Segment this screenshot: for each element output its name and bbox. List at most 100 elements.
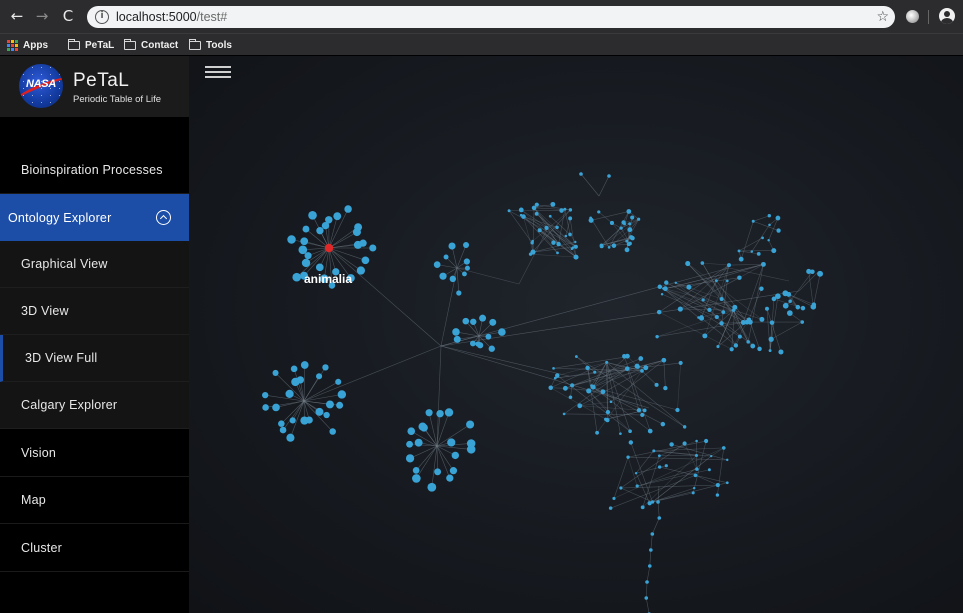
graph-node[interactable] — [369, 244, 377, 252]
graph-node[interactable] — [316, 227, 324, 235]
graph-node[interactable] — [519, 213, 523, 217]
graph-node[interactable] — [537, 228, 542, 233]
graph-node[interactable] — [548, 385, 553, 390]
graph-node[interactable] — [778, 349, 784, 355]
graph-node[interactable] — [775, 215, 781, 221]
graph-node[interactable] — [682, 441, 687, 446]
graph-node[interactable] — [329, 428, 336, 435]
graph-node[interactable] — [664, 280, 669, 285]
graph-node[interactable] — [733, 343, 739, 348]
graph-node[interactable] — [719, 297, 724, 301]
extension-icon[interactable] — [906, 10, 919, 23]
graph-node[interactable] — [635, 484, 639, 488]
graph-node[interactable] — [624, 353, 630, 359]
graph-node[interactable] — [600, 389, 606, 395]
bookmark-star-icon[interactable]: ☆ — [876, 8, 889, 26]
graph-node[interactable] — [691, 491, 695, 495]
graph-node[interactable] — [726, 458, 729, 462]
graph-node[interactable] — [577, 403, 583, 409]
graph-node[interactable] — [462, 271, 467, 277]
graph-node[interactable] — [279, 426, 287, 434]
graph-node[interactable] — [626, 209, 632, 214]
sidebar-item-cluster[interactable]: Cluster — [0, 525, 189, 572]
graph-node[interactable] — [715, 493, 720, 497]
graph-node[interactable] — [768, 336, 774, 342]
graph-node[interactable] — [647, 564, 652, 568]
graph-node[interactable] — [655, 334, 659, 339]
graph-node[interactable] — [469, 340, 476, 347]
graph-node[interactable] — [323, 411, 330, 419]
bookmark-tools[interactable]: Tools — [189, 37, 232, 53]
graph-node[interactable] — [640, 505, 645, 510]
graph-node[interactable] — [625, 239, 629, 243]
graph-node[interactable] — [443, 254, 449, 260]
graph-node[interactable] — [782, 290, 789, 297]
graph-node[interactable] — [788, 299, 792, 303]
graph-node[interactable] — [806, 268, 812, 274]
graph-node[interactable] — [737, 249, 741, 253]
graph-node[interactable] — [316, 373, 323, 380]
graph-node[interactable] — [657, 465, 662, 469]
graph-node[interactable] — [570, 383, 575, 388]
graph-node[interactable] — [300, 361, 309, 369]
graph-node[interactable] — [650, 532, 655, 536]
graph-node[interactable] — [262, 404, 269, 411]
graph-node[interactable] — [714, 279, 718, 283]
graph-node[interactable] — [725, 279, 729, 283]
graph-node[interactable] — [657, 516, 662, 520]
graph-node[interactable] — [444, 408, 454, 417]
graph-node[interactable] — [315, 263, 324, 272]
graph-node[interactable] — [695, 467, 699, 471]
graph-node[interactable] — [420, 423, 428, 432]
graph-node[interactable] — [498, 328, 506, 336]
graph-node[interactable] — [562, 385, 568, 391]
graph-node[interactable] — [574, 240, 577, 244]
graph-node[interactable] — [701, 298, 705, 302]
bookmark-contact[interactable]: Contact — [124, 37, 178, 53]
brand-header[interactable]: NASA PeTaL Periodic Table of Life — [0, 56, 189, 117]
sidebar-item-map[interactable]: Map — [0, 477, 189, 524]
graph-node[interactable] — [344, 205, 352, 213]
graph-node[interactable] — [551, 240, 556, 245]
graph-node[interactable] — [637, 217, 641, 221]
graph-node[interactable] — [534, 211, 539, 216]
graph-node[interactable] — [534, 202, 539, 207]
graph-node[interactable] — [464, 265, 470, 271]
graph-node[interactable] — [449, 275, 457, 283]
graph-node[interactable] — [715, 483, 720, 488]
graph-node[interactable] — [716, 345, 720, 349]
graph-node[interactable] — [607, 245, 611, 249]
chevron-up-icon[interactable] — [156, 210, 171, 225]
graph-node[interactable] — [654, 382, 659, 387]
graph-node[interactable] — [550, 201, 556, 207]
graph-node[interactable] — [817, 270, 824, 277]
graph-node[interactable] — [647, 501, 652, 506]
graph-node[interactable] — [574, 355, 578, 358]
graph-node[interactable] — [619, 226, 623, 230]
graph-node[interactable] — [451, 451, 459, 460]
sidebar-item-3d-view-full[interactable]: 3D View Full — [0, 335, 189, 382]
graph-node[interactable] — [643, 365, 649, 371]
graph-node[interactable] — [702, 333, 708, 339]
graph-node[interactable] — [757, 346, 762, 352]
graph-node[interactable] — [322, 364, 329, 371]
graph-node[interactable] — [608, 506, 613, 510]
graph-node[interactable] — [448, 242, 456, 250]
graph-node[interactable] — [548, 214, 552, 218]
graph-node[interactable] — [768, 349, 772, 352]
graph-node[interactable] — [800, 320, 805, 324]
graph-node[interactable] — [356, 266, 366, 275]
graph-node[interactable] — [579, 172, 583, 176]
graph-node[interactable] — [570, 247, 574, 251]
profile-icon[interactable] — [939, 8, 955, 24]
graph-node[interactable] — [466, 420, 475, 429]
graph-node[interactable] — [771, 296, 777, 302]
graph-node[interactable] — [674, 281, 677, 284]
graph-node[interactable] — [563, 207, 567, 211]
graph-node[interactable] — [710, 455, 713, 458]
graph-node[interactable] — [750, 250, 754, 253]
graph-node[interactable] — [700, 261, 705, 265]
graph-node[interactable] — [405, 454, 415, 463]
sidebar-item-ontology-explorer[interactable]: Ontology Explorer — [0, 194, 189, 241]
graph-node[interactable] — [660, 421, 666, 427]
